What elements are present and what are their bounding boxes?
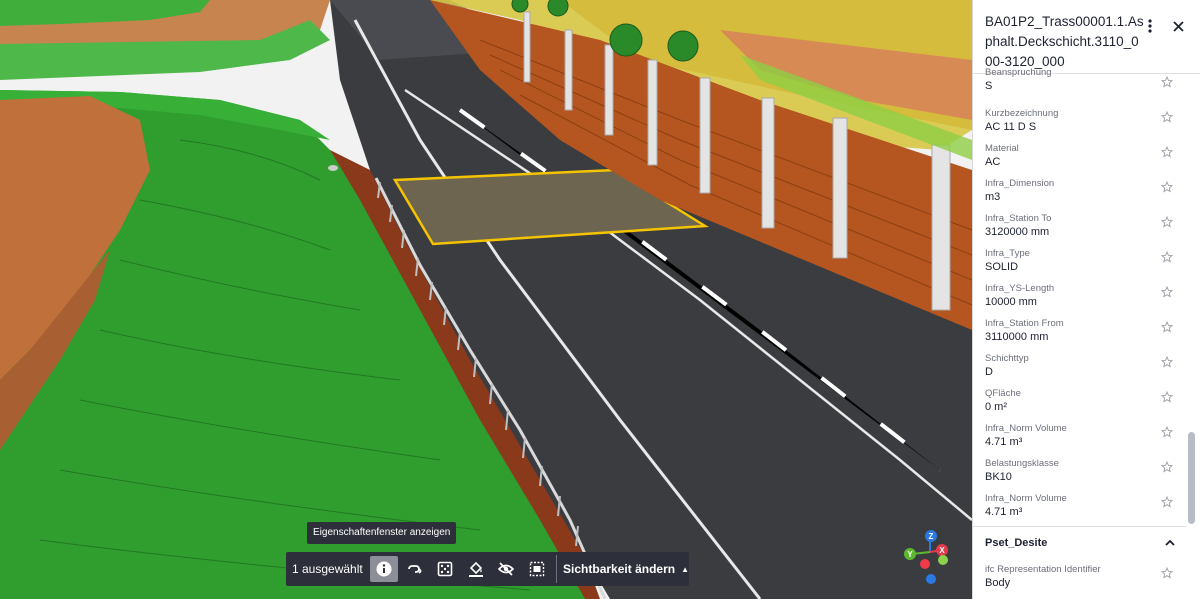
scrollbar-thumb[interactable] [1188,432,1195,524]
property-name: Infra_YS-Length [985,283,1055,294]
star-icon[interactable] [1161,76,1173,88]
chevron-up-icon [1165,539,1175,546]
property-row: Infra_Station To 3120000 mm [973,207,1187,242]
property-row: Infra_Norm Volume 4.71 m³ [973,417,1187,452]
z-axis-label: Z [929,532,934,541]
star-icon[interactable] [1161,461,1173,473]
property-name: Infra_Norm Volume [985,423,1067,434]
tooltip: Eigenschaftenfenster anzeigen [307,522,457,544]
property-row: Schichttyp D [973,347,1187,382]
property-value: AC 11 D S [985,121,1037,133]
road-model-scene[interactable] [0,0,972,599]
property-value: m3 [985,191,1001,203]
property-value: 10000 mm [985,296,1037,308]
visibility-dropdown[interactable]: Sichtbarkeit ändern ▲ [563,562,689,576]
property-value: AC [985,156,1001,168]
property-value: 4.71 m³ [985,506,1023,518]
property-name: Infra_Dimension [985,178,1055,189]
pset-title: Pset_Desite [985,536,1048,549]
property-row: Infra_Type SOLID [973,242,1187,277]
property-name: Belastungsklasse [985,458,1059,469]
star-icon[interactable] [1161,567,1173,579]
star-icon[interactable] [1161,181,1173,193]
pset-property-list: ifc Representation Identifier Body [973,558,1187,593]
property-value: S [985,80,993,92]
more-vertical-icon [1148,19,1152,33]
more-options-button[interactable] [1142,16,1158,36]
star-icon[interactable] [1161,251,1173,263]
property-name: Beanspruchung [985,67,1052,78]
dice-icon [437,561,453,577]
star-icon[interactable] [1161,146,1173,158]
eye-off-icon [498,562,515,576]
toolbar-divider [556,555,558,583]
property-row: Kurzbezeichnung AC 11 D S [973,102,1187,137]
property-value: 4.71 m³ [985,436,1023,448]
property-value: SOLID [985,261,1019,273]
properties-panel: BA01P2_Trass00001.1.Asphalt.Deckschicht.… [972,0,1200,599]
property-value: Body [985,577,1011,589]
random-color-button[interactable] [431,556,460,582]
star-icon[interactable] [1161,356,1173,368]
star-icon[interactable] [1161,286,1173,298]
property-name: Infra_Station From [985,318,1064,329]
property-name: Infra_Type [985,248,1030,259]
property-row: Infra_Norm Volume 4.71 m³ [973,487,1187,522]
property-row: Infra_Station From 3110000 mm [973,312,1187,347]
property-value: 0 m² [985,401,1007,413]
selection-toolbar: 1 ausgewählt Sichtbarkeit ändern ▲ [286,552,689,586]
property-name: ifc Representation Identifier [985,564,1101,575]
property-row: Material AC [973,137,1187,172]
x-axis-label: X [939,546,945,555]
property-value: 3110000 mm [985,331,1049,343]
close-panel-button[interactable] [1170,16,1186,36]
property-row: QFläche 0 m² [973,382,1187,417]
star-icon[interactable] [1161,216,1173,228]
panel-header: BA01P2_Trass00001.1.Asphalt.Deckschicht.… [973,0,1200,74]
property-row: ifc Representation Identifier Body [973,558,1187,593]
panel-title: BA01P2_Trass00001.1.Asphalt.Deckschicht.… [985,14,1144,69]
hide-button[interactable] [492,556,521,582]
property-value: BK10 [985,471,1012,483]
axis-gizmo[interactable]: Z Y X [898,528,958,588]
property-name: Infra_Norm Volume [985,493,1067,504]
y-axis-label: Y [907,550,913,559]
property-name: Kurzbezeichnung [985,108,1059,119]
star-icon[interactable] [1161,391,1173,403]
property-row: Infra_Dimension m3 [973,172,1187,207]
property-value: 3120000 mm [985,226,1050,238]
property-name: Schichttyp [985,353,1029,364]
star-icon[interactable] [1161,496,1173,508]
property-row: Beanspruchung S [973,67,1187,102]
color-fill-button[interactable] [461,556,490,582]
property-name: QFläche [985,388,1021,399]
pset-desite-header[interactable]: Pset_Desite [973,526,1187,558]
neg-x-axis-handle[interactable] [920,559,930,569]
neg-z-axis-handle[interactable] [926,574,936,584]
visibility-label: Sichtbarkeit ändern [563,562,676,576]
3d-viewport[interactable]: Eigenschaftenfenster anzeigen 1 ausgewäh… [0,0,972,599]
info-icon [376,561,392,577]
link-button[interactable] [400,556,429,582]
property-value: D [985,366,993,378]
paint-bucket-icon [468,561,483,577]
caret-up-icon: ▲ [681,564,689,574]
close-icon [1172,20,1184,32]
star-icon[interactable] [1161,321,1173,333]
link-icon [407,565,422,574]
property-row: Belastungsklasse BK10 [973,452,1187,487]
view-fit-icon [529,561,545,577]
isolate-button[interactable] [523,556,552,582]
selection-count: 1 ausgewählt [292,562,363,576]
properties-button[interactable] [369,556,399,582]
star-icon[interactable] [1161,111,1173,123]
property-name: Material [985,143,1019,154]
property-list: Beanspruchung S Kurzbezeichnung AC 11 D S Ma… [973,67,1187,522]
star-icon[interactable] [1161,426,1173,438]
neg-y-axis-handle[interactable] [938,555,948,565]
panel-scrollbar[interactable] [1188,76,1195,596]
property-row: Infra_YS-Length 10000 mm [973,277,1187,312]
property-name: Infra_Station To [985,213,1052,224]
